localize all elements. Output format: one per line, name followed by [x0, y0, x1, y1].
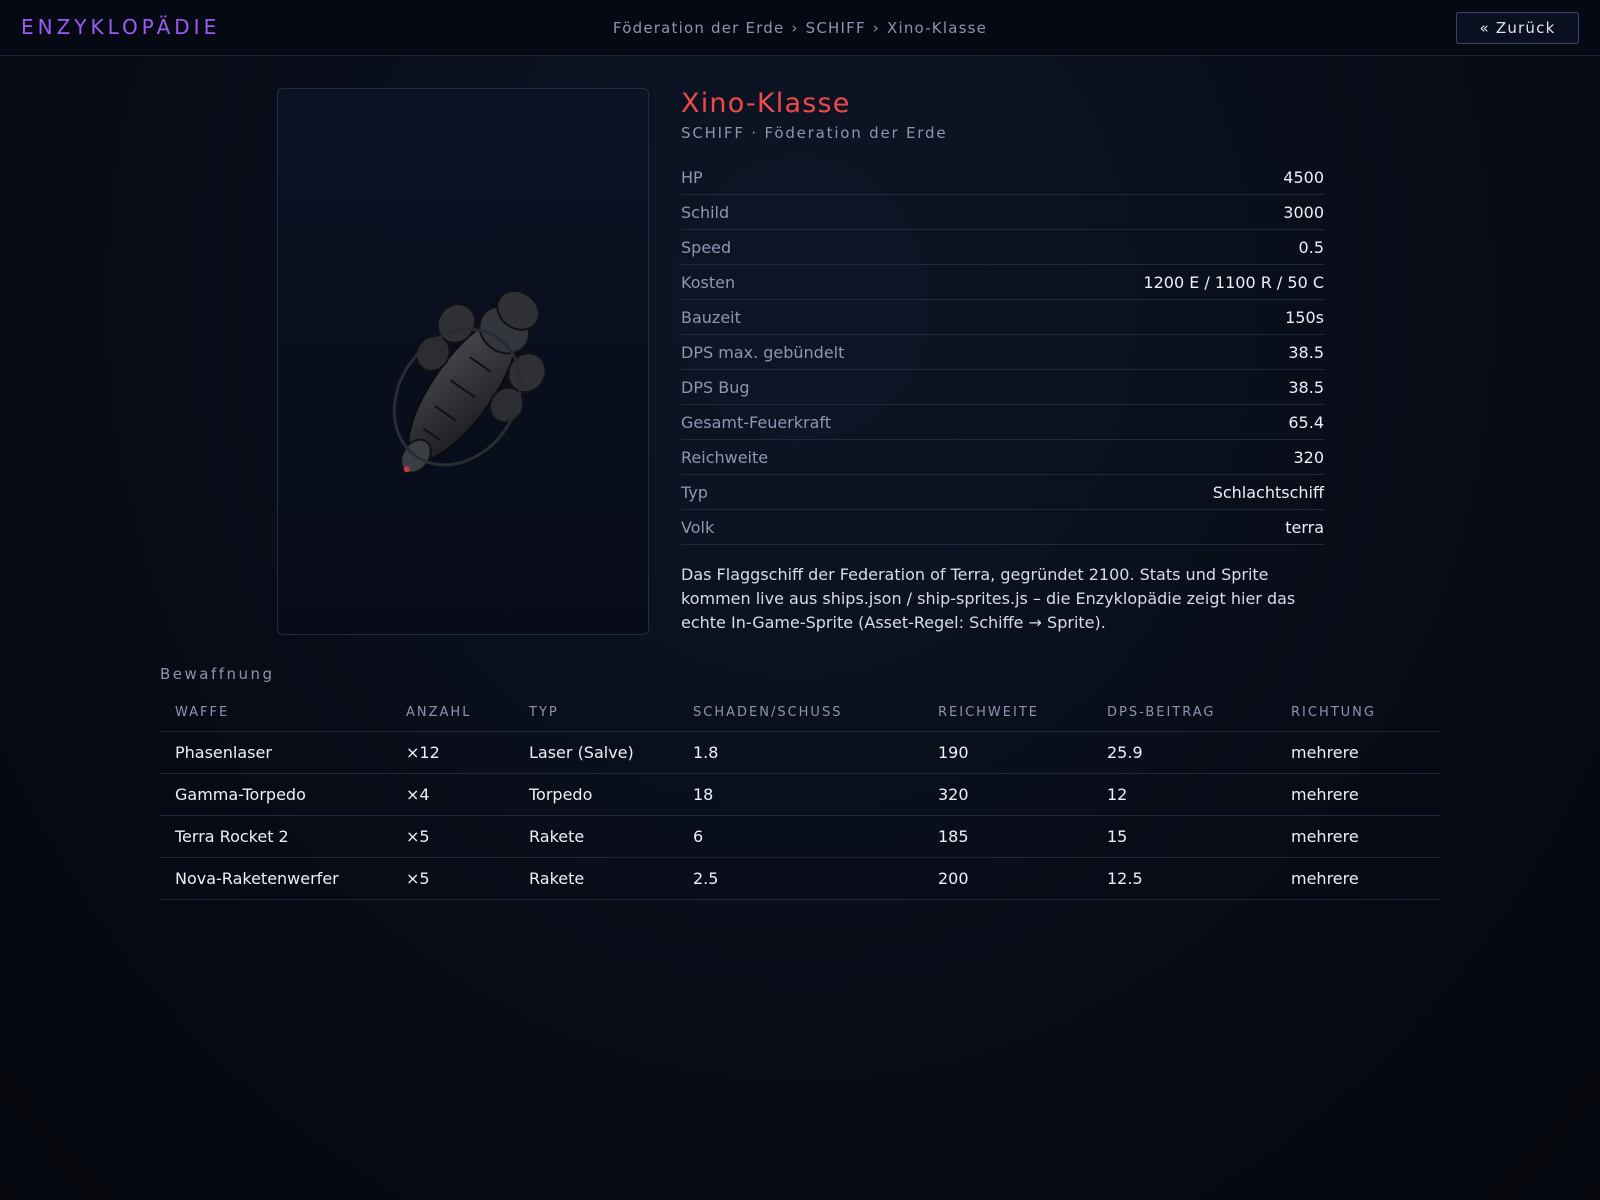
stat-value: 4500 — [1283, 167, 1324, 187]
table-cell: 6 — [693, 827, 704, 846]
column-header: TYP — [529, 704, 559, 720]
table-cell: ×12 — [406, 743, 440, 762]
table-cell: ×5 — [406, 869, 430, 888]
column-header: RICHTUNG — [1291, 704, 1376, 720]
stat-label: DPS max. gebündelt — [681, 342, 845, 362]
stat-value: Schlachtschiff — [1212, 482, 1324, 502]
stat-value: 1200 E / 1100 R / 50 C — [1143, 272, 1324, 292]
stat-value: terra — [1285, 517, 1324, 537]
table-cell: Rakete — [529, 869, 585, 888]
stat-value: 38.5 — [1288, 342, 1324, 362]
table-cell: 190 — [938, 743, 969, 762]
column-header: ANZAHL — [406, 704, 472, 720]
stat-row: Schild 3000 — [681, 195, 1324, 230]
stat-row: Kosten 1200 E / 1100 R / 50 C — [681, 265, 1324, 300]
table-row: Nova-Raketenwerfer ×5 Rakete 2.5 200 12.5 mehr… — [160, 858, 1440, 900]
stats-list: HP 4500 Schild 3000 Speed 0.5 Kosten 1200 E / 1… — [681, 160, 1324, 545]
column-header: WAFFE — [175, 704, 230, 720]
table-cell: ×5 — [406, 827, 430, 846]
table-cell: Terra Rocket 2 — [175, 827, 289, 846]
table-cell: Laser (Salve) — [529, 743, 634, 762]
table-cell: 25.9 — [1107, 743, 1143, 762]
ship-description: Das Flaggschiff der Federation of Terra,… — [681, 565, 1296, 632]
table-row: Terra Rocket 2 ×5 Rakete 6 185 15 mehrere — [160, 816, 1440, 858]
ship-name: Xino-Klasse — [681, 88, 851, 119]
stat-value: 38.5 — [1288, 377, 1324, 397]
stat-row: DPS Bug 38.5 — [681, 370, 1324, 405]
stat-label: DPS Bug — [681, 377, 750, 397]
table-cell: 15 — [1107, 827, 1128, 846]
stat-row: HP 4500 — [681, 160, 1324, 195]
table-cell: Nova-Raketenwerfer — [175, 869, 339, 888]
stat-label: Kosten — [681, 272, 736, 292]
stat-row: Gesamt-Feuerkraft 65.4 — [681, 405, 1324, 440]
stat-label: Schild — [681, 202, 730, 222]
table-cell: 2.5 — [693, 869, 719, 888]
table-cell: 185 — [938, 827, 969, 846]
breadcrumb-current: Xino-Klasse — [886, 19, 988, 37]
breadcrumb-separator: › — [872, 19, 880, 37]
back-button[interactable]: « Zurück — [1456, 12, 1579, 44]
ship-subtitle: SCHIFF · Föderation der Erde — [681, 124, 948, 142]
table-cell: mehrere — [1291, 827, 1359, 846]
column-header: REICHWEITE — [938, 704, 1039, 720]
stat-label: HP — [681, 167, 703, 187]
stat-row: DPS max. gebündelt 38.5 — [681, 335, 1324, 370]
breadcrumb-separator: › — [791, 19, 799, 37]
stat-row: Volk terra — [681, 510, 1324, 545]
table-row: Phasenlaser ×12 Laser (Salve) 1.8 190 25.9 meh… — [160, 732, 1440, 774]
table-cell: mehrere — [1291, 743, 1359, 762]
stat-label: Speed — [681, 237, 732, 257]
stat-row: Bauzeit 150s — [681, 300, 1324, 335]
stat-label: Reichweite — [681, 447, 769, 467]
table-cell: Phasenlaser — [175, 743, 272, 762]
table-cell: 18 — [693, 785, 714, 804]
weapons-section-title: Bewaffnung — [160, 665, 275, 683]
stat-label: Typ — [681, 482, 708, 502]
table-cell: Rakete — [529, 827, 585, 846]
table-cell: mehrere — [1291, 869, 1359, 888]
stat-value: 150s — [1285, 307, 1324, 327]
ship-sprite-panel — [277, 88, 649, 635]
stat-label: Volk — [681, 517, 715, 537]
breadcrumb-category[interactable]: SCHIFF — [806, 19, 866, 37]
table-cell: 12 — [1107, 785, 1128, 804]
table-cell: 12.5 — [1107, 869, 1143, 888]
stat-label: Bauzeit — [681, 307, 741, 327]
ship-sprite-icon — [392, 289, 547, 474]
column-header: DPS-BEITRAG — [1107, 704, 1216, 720]
table-cell: 1.8 — [693, 743, 719, 762]
weapons-table: WAFFE ANZAHL TYP SCHADEN/SCHUSS REICHWEITE DP… — [160, 693, 1440, 900]
stat-value: 320 — [1293, 447, 1324, 467]
table-header: WAFFE ANZAHL TYP SCHADEN/SCHUSS REICHWEITE DP… — [160, 693, 1440, 732]
stat-label: Gesamt-Feuerkraft — [681, 412, 832, 432]
table-cell: 200 — [938, 869, 969, 888]
stat-value: 0.5 — [1298, 237, 1324, 257]
table-cell: Gamma-Torpedo — [175, 785, 306, 804]
table-row: Gamma-Torpedo ×4 Torpedo 18 320 12 mehrere — [160, 774, 1440, 816]
breadcrumb-faction[interactable]: Föderation der Erde — [613, 19, 785, 37]
stat-value: 65.4 — [1288, 412, 1324, 432]
stat-row: Reichweite 320 — [681, 440, 1324, 475]
table-cell: 320 — [938, 785, 969, 804]
column-header: SCHADEN/SCHUSS — [693, 704, 843, 720]
stat-row: Typ Schlachtschiff — [681, 475, 1324, 510]
breadcrumb: Föderation der Erde › SCHIFF › Xino-Klasse — [0, 19, 1600, 37]
top-bar: ENZYKLOPÄDIE Föderation der Erde › SCHIFF ›… — [0, 0, 1600, 56]
table-cell: mehrere — [1291, 785, 1359, 804]
table-cell: ×4 — [406, 785, 430, 804]
stat-value: 3000 — [1283, 202, 1324, 222]
table-cell: Torpedo — [529, 785, 593, 804]
stat-row: Speed 0.5 — [681, 230, 1324, 265]
